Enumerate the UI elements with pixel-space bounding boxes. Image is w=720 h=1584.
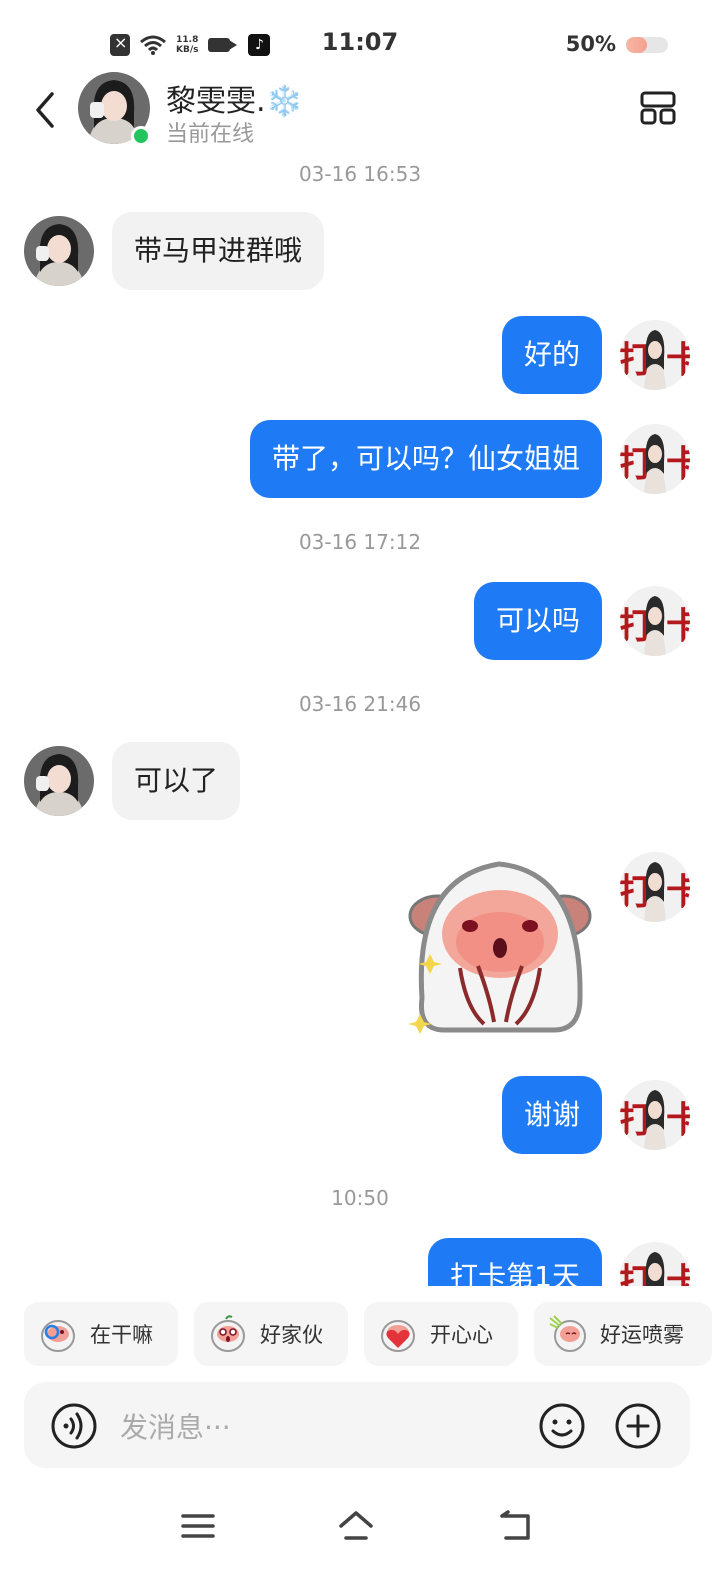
svg-text:卡: 卡 (666, 443, 690, 485)
my-message-avatar[interactable]: 打 卡 (620, 586, 690, 656)
emoji-icon[interactable] (538, 1402, 586, 1450)
quick-reply-label: 好家伙 (260, 1323, 323, 1347)
quick-reply-label: 开心心 (430, 1323, 493, 1347)
contact-message-avatar[interactable] (24, 216, 94, 286)
svg-text:卡: 卡 (666, 1099, 690, 1141)
incoming-message-bubble[interactable]: 带马甲进群哦 (112, 212, 325, 290)
quick-reply-chip[interactable]: 好运喷雾 (534, 1302, 712, 1366)
svg-text:卡: 卡 (666, 339, 690, 381)
outgoing-message-bubble[interactable]: 谢谢 (501, 1076, 602, 1154)
outgoing-message-bubble[interactable]: 好的 (501, 316, 602, 394)
peach-magnifier-icon (41, 1320, 75, 1352)
quick-reply-chip[interactable]: 在干嘛 (24, 1302, 178, 1366)
quick-reply-bar: 在干嘛 好家伙 开心心 好运喷雾 (0, 1286, 720, 1382)
peach-spray-icon (549, 1315, 586, 1352)
message-input[interactable]: 发消息··· (120, 1406, 231, 1446)
back-icon[interactable] (30, 88, 60, 132)
my-message-avatar[interactable]: 打 卡 (620, 1242, 690, 1286)
message-timestamp: 03-16 21:46 (298, 692, 422, 716)
message-timestamp: 03-16 17:12 (298, 530, 422, 554)
svg-text:卡: 卡 (666, 605, 690, 647)
my-message-avatar[interactable]: 打 卡 (620, 852, 690, 922)
quick-reply-label: 在干嘛 (90, 1323, 153, 1347)
my-message-avatar[interactable]: 打 卡 (620, 1080, 690, 1150)
voice-icon[interactable] (50, 1402, 98, 1450)
message-timestamp: 10:50 (331, 1186, 389, 1210)
outgoing-message-bubble[interactable]: 可以吗 (473, 582, 602, 660)
online-indicator (131, 126, 151, 146)
outgoing-message-bubble[interactable]: 带了，可以吗？仙女姐姐 (249, 420, 602, 498)
my-message-avatar[interactable]: 打 卡 (620, 424, 690, 494)
quick-reply-chip[interactable]: 好家伙 (194, 1302, 348, 1366)
my-message-avatar[interactable]: 打 卡 (620, 320, 690, 390)
message-input-bar: 发消息··· (24, 1382, 690, 1468)
peach-surprised-icon (211, 1315, 245, 1352)
outgoing-message-bubble[interactable]: 打卡第1天 (428, 1238, 602, 1286)
system-navigation-bar (0, 1490, 720, 1570)
message-list[interactable]: 03-16 16:53 带马甲进群哦 好的 打 卡 带了，可以吗？仙女姐姐 打 … (0, 150, 720, 1286)
menu-icon[interactable] (180, 1508, 216, 1544)
plus-icon[interactable] (614, 1402, 662, 1450)
battery-icon (626, 37, 668, 53)
svg-text:卡: 卡 (666, 871, 690, 913)
battery-percentage: 50% (565, 32, 616, 56)
quick-reply-label: 好运喷雾 (600, 1323, 684, 1347)
home-icon[interactable] (338, 1508, 374, 1544)
sticker-message[interactable] (404, 858, 594, 1038)
peach-heart-icon (381, 1320, 415, 1352)
svg-text:卡: 卡 (666, 1261, 690, 1286)
quick-reply-chip[interactable]: 开心心 (364, 1302, 518, 1366)
chat-header: 黎雯雯.❄️ 当前在线 (0, 70, 720, 150)
contact-message-avatar[interactable] (24, 746, 94, 816)
contact-name[interactable]: 黎雯雯.❄️ (166, 76, 303, 120)
contact-status: 当前在线 (166, 122, 255, 147)
battery-level (626, 37, 647, 53)
incoming-message-bubble[interactable]: 可以了 (112, 742, 241, 820)
back-nav-icon[interactable] (498, 1508, 534, 1544)
status-bar: 11.8 KB/s ♪ 11:07 50% (0, 0, 720, 80)
message-timestamp: 03-16 16:53 (298, 162, 422, 186)
layout-grid-icon[interactable] (640, 90, 676, 126)
